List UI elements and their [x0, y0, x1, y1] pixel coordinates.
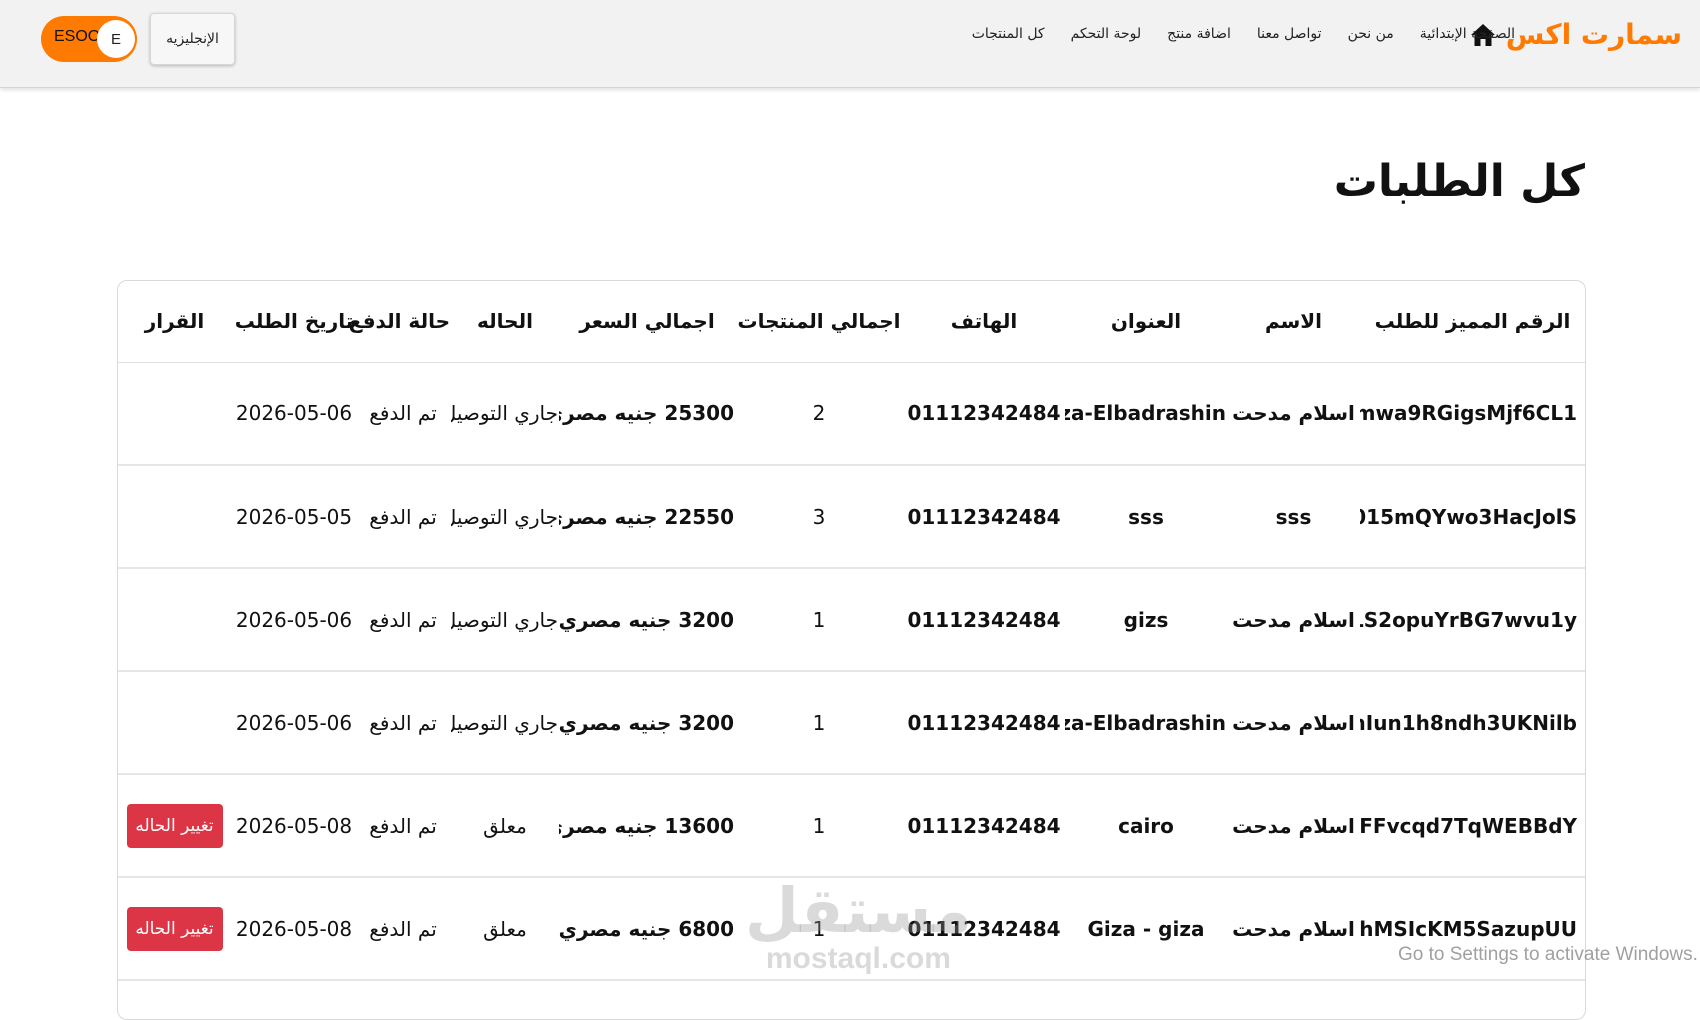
cell-total-products: 3	[735, 465, 903, 569]
cell-name: اسلام مدحت	[1227, 774, 1360, 878]
cell-order-date: 2026-05-06	[233, 671, 355, 775]
table-row: 505cmwa9RGigsMjf6CL1اسلام مدحتgiza-Elbad…	[118, 362, 1585, 466]
cell-address: gizs	[1065, 568, 1227, 672]
cell-address: giza-Elbadrashin	[1065, 362, 1227, 466]
table-row: 5JfM015mQYwo3HacJolSssssss01112342484322…	[118, 465, 1585, 569]
cell-total-products: 1	[735, 568, 903, 672]
cell-order-id: DstuyFFvcqd7TqWEBBdY	[1360, 774, 1585, 878]
cell-status: جاري التوصيل	[451, 568, 559, 672]
nav-all-products[interactable]: كل المنتجات	[972, 26, 1045, 42]
language-button[interactable]: الإنجليزيه	[150, 13, 235, 65]
header-order-id: الرقم المميز للطلب	[1360, 281, 1585, 363]
header-total-products: اجمالي المنتجات	[735, 281, 903, 363]
cell-order-date: 2026-05-06	[233, 568, 355, 672]
cell-name: اسلام مدحت	[1227, 877, 1360, 981]
header-address: العنوان	[1065, 281, 1227, 363]
change-status-button[interactable]: تغيير الحاله	[126, 803, 223, 848]
nav-dashboard[interactable]: لوحة التحكم	[1071, 26, 1142, 42]
cell-phone: 01112342484	[903, 568, 1065, 672]
cell-address: cairo	[1065, 774, 1227, 878]
cell-payment-status: تم الدفع	[355, 568, 451, 672]
nav-links: الصفحة الإبتدائية من نحن تواصل معنا اضافة م…	[972, 26, 1515, 42]
cell-order-date: 2026-05-08	[233, 877, 355, 981]
cell-phone: 01112342484	[903, 465, 1065, 569]
cell-total-price: 3200 جنيه مصري	[559, 671, 735, 775]
cell-address: Giza - giza	[1065, 877, 1227, 981]
header-payment-status: حالة الدفع	[349, 281, 451, 363]
table-header-row: الرقم المميز للطلب الاسم العنوان الهاتف …	[118, 281, 1585, 363]
theme-toggle[interactable]: ESOO E	[41, 16, 137, 62]
table-row: MIHhBhMSIcKM5SazupUUاسلام مدحتGiza - giz…	[118, 877, 1585, 981]
cell-phone: 01112342484	[903, 671, 1065, 775]
cell-phone: 01112342484	[903, 774, 1065, 878]
nav-add-product[interactable]: اضافة منتج	[1167, 26, 1231, 42]
nav-about[interactable]: من نحن	[1348, 26, 1394, 42]
cell-order-date: 2026-05-08	[233, 774, 355, 878]
cell-decision	[118, 465, 233, 569]
toggle-knob[interactable]: E	[97, 20, 135, 58]
cell-decision	[118, 362, 233, 466]
cell-status: جاري التوصيل	[451, 362, 559, 466]
cell-status: جاري التوصيل	[451, 465, 559, 569]
cell-total-products: 1	[735, 774, 903, 878]
cell-order-id: AwKqLS2opuYrBG7wvu1y	[1360, 568, 1585, 672]
nav-contact[interactable]: تواصل معنا	[1257, 26, 1322, 42]
orders-table: الرقم المميز للطلب الاسم العنوان الهاتف …	[118, 281, 1585, 981]
cell-total-products: 1	[735, 877, 903, 981]
header-decision: القرار	[118, 281, 233, 363]
cell-phone: 01112342484	[903, 877, 1065, 981]
cell-total-price: 22550 جنيه مصري	[559, 465, 735, 569]
cell-address: sss	[1065, 465, 1227, 569]
header-total-price: اجمالي السعر	[559, 281, 735, 363]
header-phone: الهاتف	[903, 281, 1065, 363]
brand-name[interactable]: سمارت اكس	[1506, 18, 1682, 51]
page-title: كل الطلبات	[1333, 156, 1585, 207]
orders-body: 505cmwa9RGigsMjf6CL1اسلام مدحتgiza-Elbad…	[118, 362, 1585, 981]
nav-home[interactable]: الصفحة الإبتدائية	[1420, 26, 1515, 42]
cell-order-id: ByanIun1h8ndh3UKNilb	[1360, 671, 1585, 775]
cell-order-id: 505cmwa9RGigsMjf6CL1	[1360, 362, 1585, 466]
cell-total-products: 2	[735, 362, 903, 466]
cell-total-products: 1	[735, 671, 903, 775]
header-name: الاسم	[1227, 281, 1360, 363]
cell-payment-status: تم الدفع	[355, 877, 451, 981]
table-row: AwKqLS2opuYrBG7wvu1yاسلام مدحتgizs011123…	[118, 568, 1585, 672]
toggle-label: ESOO	[54, 28, 101, 45]
cell-name: اسلام مدحت	[1227, 671, 1360, 775]
table-row: ByanIun1h8ndh3UKNilbاسلام مدحتgiza-Elbad…	[118, 671, 1585, 775]
cell-decision: تغيير الحاله	[118, 774, 233, 878]
cell-decision: تغيير الحاله	[118, 877, 233, 981]
cell-total-price: 3200 جنيه مصري	[559, 568, 735, 672]
cell-name: اسلام مدحت	[1227, 568, 1360, 672]
orders-table-card: الرقم المميز للطلب الاسم العنوان الهاتف …	[117, 280, 1586, 1020]
cell-payment-status: تم الدفع	[355, 465, 451, 569]
cell-name: sss	[1227, 465, 1360, 569]
cell-decision	[118, 568, 233, 672]
cell-total-price: 25300 جنيه مصري	[559, 362, 735, 466]
cell-payment-status: تم الدفع	[355, 362, 451, 466]
cell-order-id: 5JfM015mQYwo3HacJolS	[1360, 465, 1585, 569]
change-status-button[interactable]: تغيير الحاله	[126, 906, 223, 951]
cell-order-id: MIHhBhMSIcKM5SazupUU	[1360, 877, 1585, 981]
cell-status: معلق	[451, 877, 559, 981]
cell-order-date: 2026-05-06	[233, 362, 355, 466]
cell-name: اسلام مدحت	[1227, 362, 1360, 466]
header-status: الحاله	[451, 281, 559, 363]
cell-address: giza-Elbadrashin	[1065, 671, 1227, 775]
cell-status: معلق	[451, 774, 559, 878]
cell-status: جاري التوصيل	[451, 671, 559, 775]
cell-order-date: 2026-05-05	[233, 465, 355, 569]
cell-phone: 01112342484	[903, 362, 1065, 466]
table-row: DstuyFFvcqd7TqWEBBdYاسلام مدحتcairo01112…	[118, 774, 1585, 878]
top-navbar: سمارت اكس الصفحة الإبتدائية من نحن تواصل م…	[0, 0, 1700, 88]
cell-payment-status: تم الدفع	[355, 774, 451, 878]
header-order-date: تاريخ الطلب	[233, 281, 355, 363]
cell-payment-status: تم الدفع	[355, 671, 451, 775]
cell-total-price: 6800 جنيه مصري	[559, 877, 735, 981]
cell-decision	[118, 671, 233, 775]
cell-total-price: 13600 جنيه مصري	[559, 774, 735, 878]
